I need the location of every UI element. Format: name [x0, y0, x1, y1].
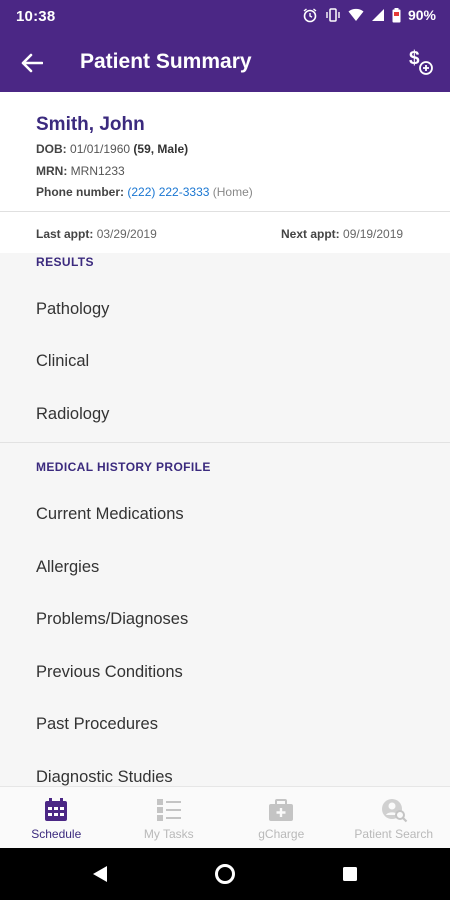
dob-label: DOB: [36, 142, 67, 156]
mrn-label: MRN: [36, 164, 68, 178]
briefcase-plus-icon [269, 799, 294, 821]
list-item-allergies[interactable]: Allergies [0, 543, 450, 595]
checklist-icon [156, 799, 181, 821]
summary-list[interactable]: RESULTS Pathology Clinical Radiology MED… [0, 253, 450, 786]
list-item-past-procedures[interactable]: Past Procedures [0, 700, 450, 752]
list-item-label: Past Procedures [36, 715, 158, 733]
phone-type: (Home) [212, 185, 253, 199]
dob-value: 01/01/1960 [70, 142, 131, 156]
nav-label: My Tasks [143, 827, 194, 841]
list-item-label: Previous Conditions [36, 663, 183, 681]
section-header-results: RESULTS [36, 255, 94, 269]
calendar-icon [45, 798, 68, 821]
list-item-diagnostic-studies[interactable]: Diagnostic Studies [0, 753, 450, 786]
list-item-problems-diagnoses[interactable]: Problems/Diagnoses [0, 595, 450, 647]
section-header-medical-history: MEDICAL HISTORY PROFILE [36, 460, 211, 474]
list-item-label: Clinical [36, 352, 90, 370]
phone-label: Phone number: [36, 185, 125, 199]
list-item-label: Current Medications [36, 505, 184, 523]
list-item-previous-conditions[interactable]: Previous Conditions [0, 648, 450, 700]
nav-label: gCharge [258, 827, 305, 841]
arrow-back-icon [21, 53, 43, 73]
back-triangle-icon[interactable] [88, 862, 112, 886]
last-appt-value: 03/29/2019 [96, 227, 157, 241]
list-item-label: Radiology [36, 405, 110, 423]
phone-line: Phone number: (222) 222-3333 (Home) [36, 185, 253, 199]
status-time: 10:38 [16, 8, 56, 25]
battery-icon [392, 7, 401, 22]
nav-gcharge[interactable]: gCharge [225, 787, 338, 848]
appointments-row: Last appt: 03/29/2019 Next appt: 09/19/2… [0, 213, 450, 253]
page-title: Patient Summary [80, 50, 252, 73]
mrn-line: MRN: MRN1233 [36, 164, 125, 178]
vibrate-icon [326, 8, 340, 22]
last-appt-label: Last appt: [36, 227, 94, 241]
phone-number-link[interactable]: (222) 222-3333 [127, 185, 209, 199]
list-item-pathology[interactable]: Pathology [0, 285, 450, 337]
list-item-label: Allergies [36, 558, 100, 576]
patient-card: Smith, John DOB: 01/01/1960 (59, Male) M… [0, 92, 450, 212]
nav-label: Patient Search [354, 827, 434, 841]
next-appt: Next appt: 09/19/2019 [281, 227, 403, 241]
list-item-radiology[interactable]: Radiology [0, 390, 450, 442]
app-bar: Patient Summary $ [0, 34, 450, 92]
person-search-icon [381, 799, 408, 823]
patient-name: Smith, John [36, 114, 145, 135]
system-navigation-bar [0, 848, 450, 900]
home-circle-icon[interactable] [213, 862, 237, 886]
dollar-add-icon: $ [409, 48, 433, 75]
dob-line: DOB: 01/01/1960 (59, Male) [36, 142, 188, 156]
recents-square-icon[interactable] [338, 862, 362, 886]
mrn-value: MRN1233 [70, 164, 125, 178]
back-button[interactable] [18, 49, 46, 77]
list-item-current-medications[interactable]: Current Medications [0, 490, 450, 542]
nav-schedule[interactable]: Schedule [0, 787, 113, 848]
nav-my-tasks[interactable]: My Tasks [113, 787, 226, 848]
nav-patient-search[interactable]: Patient Search [338, 787, 450, 848]
dob-age-sex: (59, Male) [133, 142, 189, 156]
list-item-label: Diagnostic Studies [36, 768, 173, 786]
alarm-icon [303, 8, 317, 23]
add-charge-button[interactable]: $ [408, 47, 436, 77]
signal-icon [371, 9, 384, 21]
svg-text:$: $ [409, 48, 420, 69]
section-divider [0, 442, 450, 443]
bottom-navigation: Schedule My Tasks gCharge Patient Search [0, 786, 450, 848]
list-item-clinical[interactable]: Clinical [0, 337, 450, 389]
battery-percent: 90% [407, 7, 436, 23]
last-appt: Last appt: 03/29/2019 [36, 227, 157, 241]
list-item-label: Pathology [36, 300, 110, 318]
status-icons: 90% [302, 7, 436, 23]
status-bar: 10:38 90% [0, 0, 450, 34]
wifi-icon [348, 8, 364, 21]
list-item-label: Problems/Diagnoses [36, 610, 189, 628]
next-appt-value: 09/19/2019 [343, 227, 404, 241]
next-appt-label: Next appt: [281, 227, 340, 241]
nav-label: Schedule [31, 827, 82, 841]
